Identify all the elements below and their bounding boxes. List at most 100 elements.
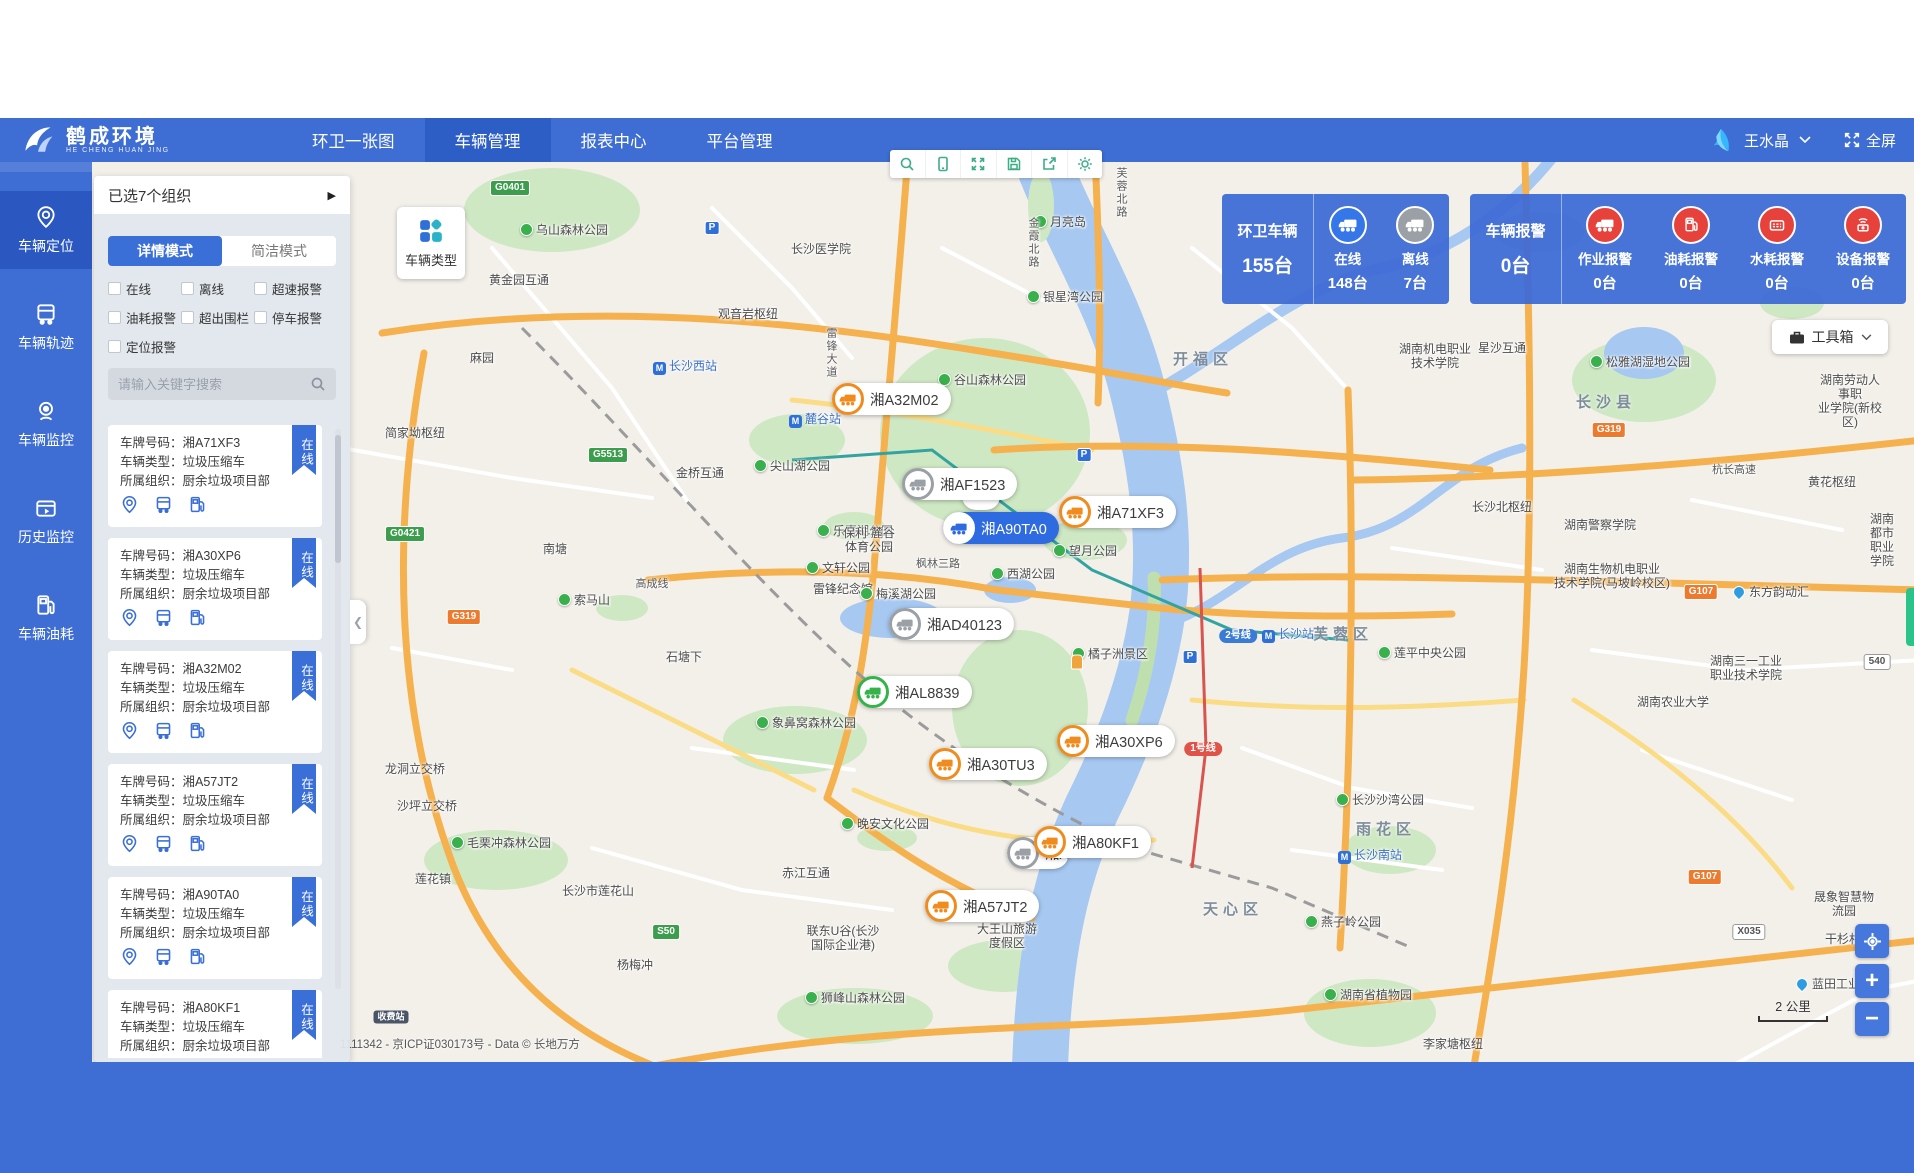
list-scrollbar bbox=[335, 429, 341, 989]
plate-value: 湘A90TA0 bbox=[183, 888, 240, 902]
type-field-label: 车辆类型： bbox=[120, 1020, 183, 1034]
fuel-icon bbox=[34, 593, 58, 617]
nav-vehicle-management[interactable]: 车辆管理 bbox=[425, 118, 551, 162]
vehicle-card[interactable]: 车牌号码：湘A30XP6 车辆类型：垃圾压缩车 所属组织：厨余垃圾项目部 在线 bbox=[108, 538, 322, 640]
vehicle-card[interactable]: 车牌号码：湘A80KF1 车辆类型：垃圾压缩车 所属组织：厨余垃圾项目部 在线 bbox=[108, 990, 322, 1058]
vehicle-marker[interactable]: 湘A80KF1 bbox=[1034, 826, 1151, 858]
sidebar-item-vehicle-location[interactable]: 车辆定位 bbox=[0, 191, 92, 269]
locate-vehicle-icon[interactable] bbox=[120, 947, 139, 966]
locate-button[interactable] bbox=[1855, 924, 1889, 958]
vehicle-card[interactable]: 车牌号码：湘A90TA0 车辆类型：垃圾压缩车 所属组织：厨余垃圾项目部 在线 bbox=[108, 877, 322, 979]
sidebar-item-history-monitor[interactable]: 历史监控 bbox=[0, 482, 92, 560]
vehicle-marker[interactable]: 湘AD40123 bbox=[889, 608, 1014, 640]
vehicle-list: 车牌号码：湘A71XF3 车辆类型：垃圾压缩车 所属组织：厨余垃圾项目部 在线 … bbox=[94, 425, 350, 1058]
locate-icon bbox=[1863, 932, 1882, 951]
vehicle-track-icon bbox=[34, 302, 58, 326]
vehicle-marker[interactable]: 湘A30TU3 bbox=[929, 748, 1047, 780]
vehicle-marker[interactable]: 湘A32M02 bbox=[832, 383, 951, 415]
map-place-label: 月亮岛 bbox=[1034, 215, 1086, 229]
filter-checkbox[interactable]: 停车报警 bbox=[254, 308, 350, 327]
filter-checkbox[interactable]: 超出围栏 bbox=[181, 308, 254, 327]
track-vehicle-icon[interactable] bbox=[154, 947, 173, 966]
fuel-vehicle-icon[interactable] bbox=[188, 495, 207, 514]
sidebar-item-vehicle-track[interactable]: 车辆轨迹 bbox=[0, 288, 92, 366]
locate-vehicle-icon[interactable] bbox=[120, 834, 139, 853]
avatar[interactable] bbox=[1708, 127, 1734, 153]
vehicle-marker[interactable]: 湘A71XF3 bbox=[1059, 496, 1176, 528]
toolbox-dropdown[interactable]: 工具箱 bbox=[1772, 320, 1888, 354]
list-scrollbar-thumb[interactable] bbox=[335, 435, 341, 563]
nav-sanitation-map[interactable]: 环卫一张图 bbox=[282, 118, 425, 162]
road-badge: 1号线 bbox=[1184, 742, 1222, 756]
map-place-label: 保利·麓谷 体育公园 bbox=[843, 526, 895, 554]
vehicle-marker[interactable]: 湘A30XP6 bbox=[1057, 725, 1175, 757]
vehicle-plate-label: 湘A90TA0 bbox=[981, 518, 1047, 539]
filter-checkbox[interactable]: 离线 bbox=[181, 279, 254, 298]
fuel-vehicle-icon[interactable] bbox=[188, 721, 207, 740]
vehicle-marker[interactable]: 湘AL8839 bbox=[857, 676, 972, 708]
filter-checkbox[interactable]: 油耗报警 bbox=[108, 308, 181, 327]
bottom-blue-strip bbox=[0, 1062, 1914, 1173]
sidebar-item-vehicle-fuel[interactable]: 车辆油耗 bbox=[0, 579, 92, 657]
vehicle-card[interactable]: 车牌号码：湘A57JT2 车辆类型：垃圾压缩车 所属组织：厨余垃圾项目部 在线 bbox=[108, 764, 322, 866]
vehicle-card[interactable]: 车牌号码：湘A32M02 车辆类型：垃圾压缩车 所属组织：厨余垃圾项目部 在线 bbox=[108, 651, 322, 753]
search-input[interactable] bbox=[118, 377, 310, 392]
vehicle-card[interactable]: 车牌号码：湘A71XF3 车辆类型：垃圾压缩车 所属组织：厨余垃圾项目部 在线 bbox=[108, 425, 322, 527]
zoom-search-icon[interactable] bbox=[890, 150, 926, 178]
map-place-label: 芙蓉区 bbox=[1313, 628, 1373, 642]
vehicle-marker[interactable]: 湘A57JT2 bbox=[925, 890, 1039, 922]
locate-vehicle-icon[interactable] bbox=[120, 721, 139, 740]
track-vehicle-icon[interactable] bbox=[154, 495, 173, 514]
vehicle-marker[interactable]: 湘AF1523 bbox=[902, 468, 1017, 500]
map-place-label: 湖南三一工业 职业技术学院 bbox=[1710, 654, 1782, 682]
fuel-vehicle-icon[interactable] bbox=[188, 608, 207, 627]
map-place-label: 沙坪立交桥 bbox=[397, 799, 457, 813]
filter-checkbox[interactable]: 定位报警 bbox=[108, 337, 181, 356]
fuel-vehicle-icon[interactable] bbox=[188, 834, 207, 853]
car-location-icon bbox=[34, 205, 58, 229]
locate-vehicle-icon[interactable] bbox=[120, 495, 139, 514]
settings-icon[interactable] bbox=[1068, 150, 1103, 178]
chevron-down-icon[interactable] bbox=[1799, 136, 1811, 144]
org-expand-icon[interactable]: ▶ bbox=[328, 189, 336, 202]
map-place-label: 黄金园互通 bbox=[489, 273, 549, 287]
track-vehicle-icon[interactable] bbox=[154, 608, 173, 627]
map-mini-toolbar bbox=[890, 150, 1102, 178]
road-badge: 2号线 bbox=[1219, 629, 1257, 643]
map-place-label: 湖南劳动人事职 业学院(新校区) bbox=[1818, 373, 1882, 429]
vehicle-plate-label: 湘A30XP6 bbox=[1095, 731, 1163, 752]
vehicle-type-button[interactable]: 车辆类型 bbox=[397, 207, 465, 279]
fuel-vehicle-icon[interactable] bbox=[188, 947, 207, 966]
map-place-label: 长沙市莲花山 bbox=[562, 884, 634, 898]
tab-simple-mode[interactable]: 简洁模式 bbox=[222, 236, 336, 266]
truck-icon bbox=[1059, 496, 1091, 528]
zoom-in-button[interactable]: + bbox=[1855, 964, 1889, 998]
sidebar-item-vehicle-monitor[interactable]: 车辆监控 bbox=[0, 385, 92, 463]
nav-report-center[interactable]: 报表中心 bbox=[551, 118, 677, 162]
filter-checkbox[interactable]: 超速报警 bbox=[254, 279, 350, 298]
map-place-label: 长沙南站 bbox=[1338, 848, 1402, 864]
mobile-icon[interactable] bbox=[926, 150, 962, 178]
tab-detail-mode[interactable]: 详情模式 bbox=[108, 236, 222, 266]
edge-scroll-thumb[interactable] bbox=[1906, 588, 1914, 646]
zoom-out-button[interactable]: − bbox=[1855, 1002, 1889, 1036]
export-icon[interactable] bbox=[1032, 150, 1068, 178]
vehicle-marker[interactable]: 湘A90TA0 bbox=[943, 512, 1059, 544]
track-vehicle-icon[interactable] bbox=[154, 721, 173, 740]
expand-icon[interactable] bbox=[961, 150, 997, 178]
save-icon[interactable] bbox=[997, 150, 1033, 178]
org-field-label: 所属组织： bbox=[120, 587, 183, 601]
panel-collapse-handle[interactable]: ❮ bbox=[350, 600, 366, 644]
nav-platform-management[interactable]: 平台管理 bbox=[677, 118, 803, 162]
username[interactable]: 王水晶 bbox=[1744, 130, 1789, 151]
road-badge: G319 bbox=[1592, 422, 1626, 438]
map-place-label: 南塘 bbox=[543, 542, 567, 556]
org-selector[interactable]: 已选7个组织 ▶ bbox=[94, 176, 350, 214]
track-vehicle-icon[interactable] bbox=[154, 834, 173, 853]
truck-icon bbox=[902, 468, 934, 500]
locate-vehicle-icon[interactable] bbox=[120, 608, 139, 627]
filter-checkbox[interactable]: 在线 bbox=[108, 279, 181, 298]
map-place-label: 石塘下 bbox=[666, 650, 702, 664]
search-icon[interactable] bbox=[310, 376, 326, 392]
fullscreen-control[interactable]: 全屏 bbox=[1843, 130, 1896, 151]
